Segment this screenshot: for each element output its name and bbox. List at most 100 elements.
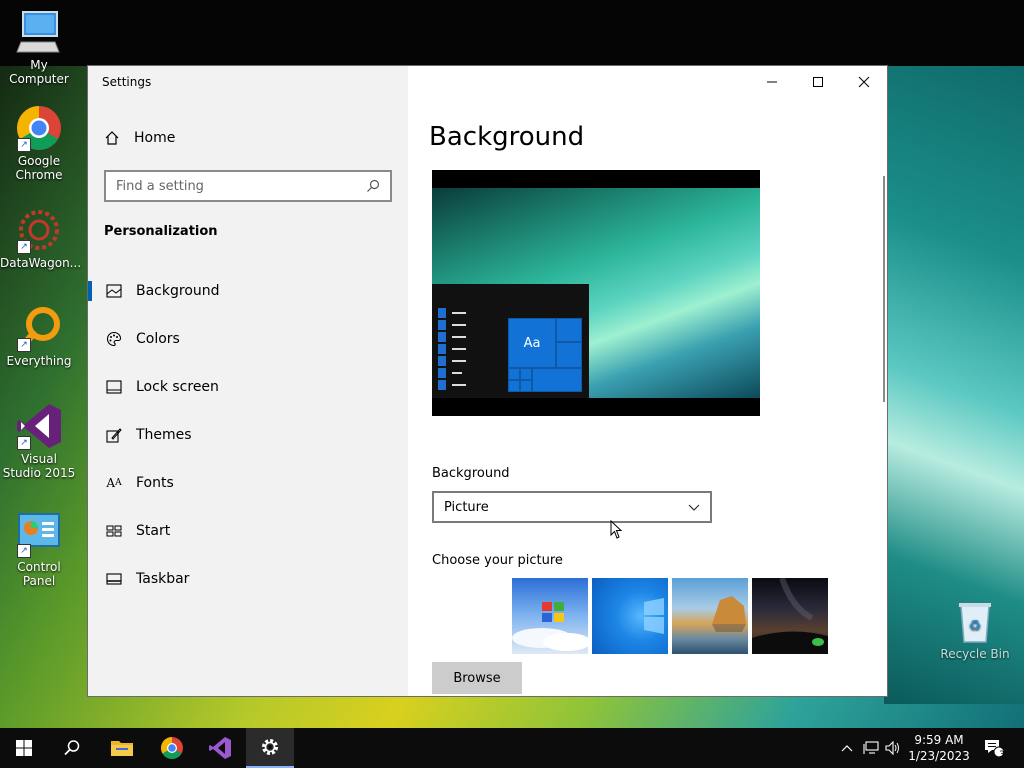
search-icon[interactable] — [366, 179, 380, 193]
home-link[interactable]: Home — [104, 130, 175, 146]
settings-nav-pane: Settings Home Personalization Background — [88, 66, 408, 696]
content-scrollbar[interactable] — [883, 176, 885, 402]
nav-item-lock-screen[interactable]: Lock screen — [88, 363, 408, 411]
picture-thumbnails — [512, 578, 828, 654]
window-title: Settings — [102, 75, 152, 89]
taskbar: 9:59 AM 1/23/2023 3 — [0, 728, 1024, 768]
preview-bar — [438, 356, 446, 366]
nav-item-fonts[interactable]: AA Fonts — [88, 459, 408, 507]
fonts-icon: AA — [106, 476, 122, 490]
picture-thumbnail-night-sky[interactable] — [752, 578, 828, 654]
nav-item-themes[interactable]: Themes — [88, 411, 408, 459]
preview-line — [452, 384, 466, 386]
windows98-logo-icon — [512, 602, 588, 651]
taskbar-visual-studio[interactable] — [196, 728, 244, 768]
notification-count-badge: 3 — [999, 750, 1005, 760]
picture-thumbnail-windows10[interactable] — [592, 578, 668, 654]
maximize-icon — [813, 77, 823, 87]
recycle-bin-icon: ♻ — [959, 603, 991, 643]
minimize-icon — [767, 81, 777, 83]
settings-content: Background Aa Background Picture Choose … — [408, 66, 887, 696]
lock-screen-icon — [106, 379, 122, 395]
background-type-dropdown[interactable]: Picture — [432, 491, 712, 523]
clock-time: 9:59 AM — [914, 733, 964, 747]
preview-tile — [508, 380, 520, 392]
visual-studio-icon — [209, 737, 231, 759]
network-icon — [863, 741, 879, 754]
browse-button[interactable]: Browse — [432, 662, 522, 694]
minimize-button[interactable] — [749, 66, 795, 98]
desktop-icon-everything[interactable]: ↗ Everything — [0, 304, 78, 368]
start-button[interactable] — [0, 728, 48, 768]
desktop-icon-google-chrome[interactable]: ↗ Google Chrome — [0, 104, 78, 182]
find-setting-input[interactable] — [116, 178, 366, 194]
speaker-icon — [885, 741, 899, 755]
preview-bar — [438, 320, 446, 330]
network-button[interactable] — [860, 728, 882, 768]
nav-item-colors[interactable]: Colors — [88, 315, 408, 363]
gear-icon — [262, 739, 278, 755]
search-box[interactable] — [104, 170, 392, 202]
preview-start-menu: Aa — [432, 284, 589, 398]
folder-icon — [111, 741, 133, 756]
preview-bar — [438, 368, 446, 378]
background-label: Background — [432, 466, 510, 481]
preview-line — [452, 360, 466, 362]
picture-thumbnail-windows98[interactable] — [512, 578, 588, 654]
themes-icon — [106, 427, 122, 443]
close-button[interactable] — [841, 66, 887, 98]
wallpaper-top — [0, 0, 1024, 66]
action-center-button[interactable]: 3 — [980, 728, 1008, 768]
desktop-icon-recycle-bin[interactable]: ♻ Recycle Bin — [940, 600, 1010, 661]
search-icon — [64, 740, 80, 756]
desktop-icon-visual-studio[interactable]: ↗ Visual Studio 2015 — [0, 402, 78, 480]
choose-picture-label: Choose your picture — [432, 553, 563, 568]
nav-item-start[interactable]: Start — [88, 507, 408, 555]
chrome-icon: ↗ — [15, 104, 63, 152]
preview-bar — [438, 332, 446, 342]
home-icon — [105, 131, 119, 145]
preview-tile — [520, 368, 532, 380]
shortcut-arrow-icon: ↗ — [17, 240, 31, 254]
taskbar-file-explorer[interactable] — [98, 728, 146, 768]
svg-text:♻: ♻ — [969, 618, 982, 634]
chevron-up-icon — [841, 745, 853, 752]
wallpaper — [884, 0, 1024, 704]
preview-bar — [438, 308, 446, 318]
taskbar-chrome[interactable] — [148, 728, 196, 768]
visual-studio-icon: ↗ — [15, 402, 63, 450]
control-panel-icon: ↗ — [15, 510, 63, 558]
preview-line — [452, 312, 466, 314]
windows10-logo-icon — [644, 598, 664, 634]
preview-line — [452, 336, 466, 338]
windows-start-icon — [16, 740, 32, 756]
nav-item-background[interactable]: Background — [88, 267, 408, 315]
show-hidden-icons-button[interactable] — [836, 728, 858, 768]
beach-rock-image — [712, 596, 746, 632]
preview-line — [452, 348, 466, 350]
taskbar-clock[interactable]: 9:59 AM 1/23/2023 — [906, 732, 972, 764]
shortcut-arrow-icon: ↗ — [17, 544, 31, 558]
preview-tile — [520, 380, 532, 392]
taskbar-settings[interactable] — [246, 728, 294, 768]
clock-date: 1/23/2023 — [908, 749, 970, 763]
close-icon — [858, 76, 870, 88]
desktop-icon-datawagon[interactable]: ↗ DataWagon... — [0, 206, 81, 270]
preview-line — [452, 372, 462, 374]
palette-icon — [106, 331, 122, 347]
chevron-down-icon — [688, 504, 700, 511]
desktop-icon-my-computer[interactable]: My Computer — [0, 8, 78, 86]
nav-item-taskbar[interactable]: Taskbar — [88, 555, 408, 603]
section-title: Personalization — [104, 224, 218, 239]
taskbar-icon — [106, 571, 122, 587]
datawagon-icon: ↗ — [15, 206, 63, 254]
night-sky-image — [752, 578, 828, 654]
taskbar-search-button[interactable] — [48, 728, 96, 768]
shortcut-arrow-icon: ↗ — [17, 138, 31, 152]
page-title: Background — [429, 122, 585, 152]
volume-button[interactable] — [882, 728, 904, 768]
preview-tile: Aa — [508, 318, 556, 368]
picture-thumbnail-beach-rocks[interactable] — [672, 578, 748, 654]
maximize-button[interactable] — [795, 66, 841, 98]
desktop-icon-control-panel[interactable]: ↗ Control Panel — [0, 510, 78, 588]
